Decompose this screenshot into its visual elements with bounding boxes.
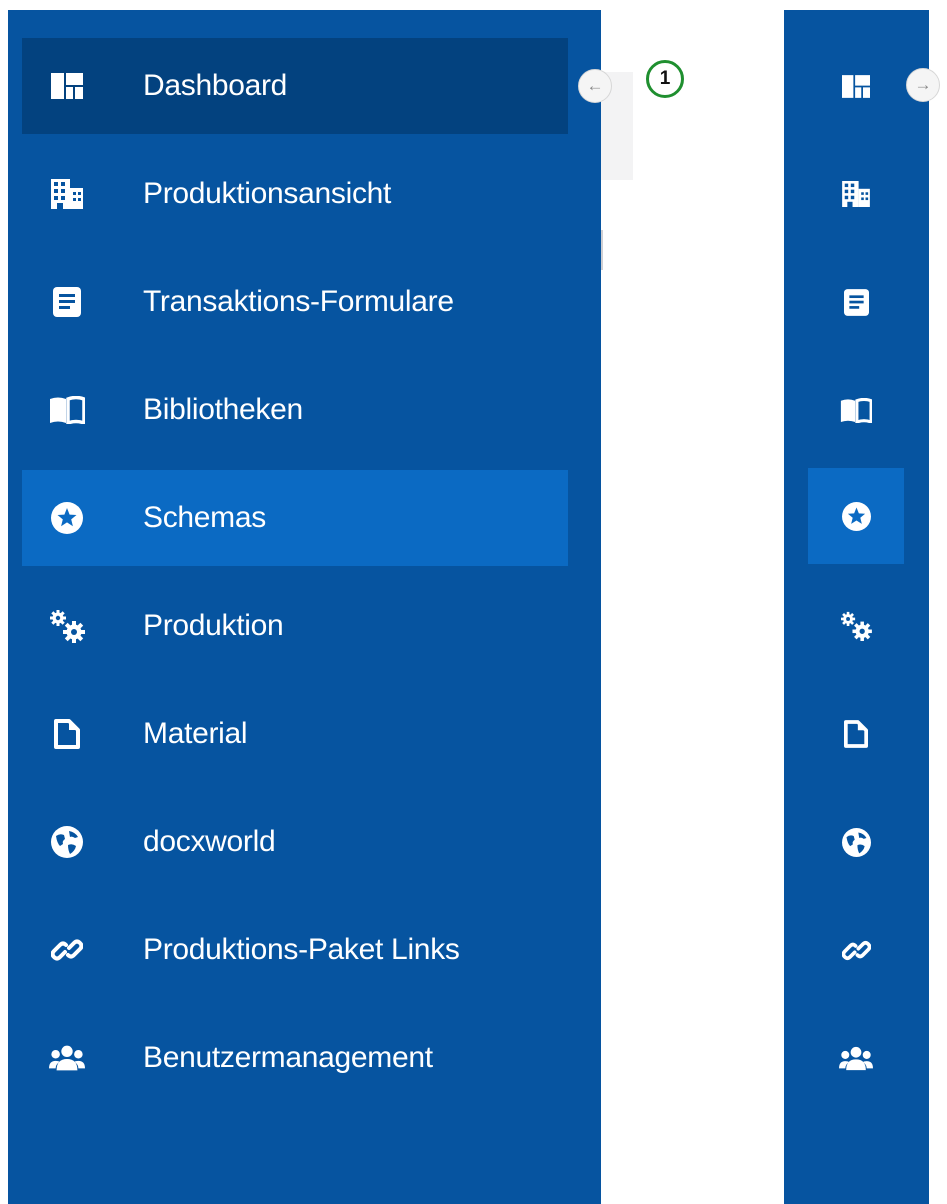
- sidebar-item-label: Schemas: [143, 501, 266, 534]
- gears-icon: [49, 608, 85, 644]
- callout-number: 1: [659, 68, 671, 89]
- globe-icon: [49, 824, 85, 860]
- star-circle-icon: [49, 500, 85, 536]
- collapse-sidebar-button[interactable]: ←: [578, 69, 612, 103]
- file-icon: [838, 716, 874, 752]
- content-edge-divider: [601, 230, 603, 270]
- sidebar-item-dashboard[interactable]: Dashboard: [22, 38, 568, 134]
- sidebar-item-produktionsansicht[interactable]: Produktionsansicht: [22, 146, 568, 242]
- sidebar-item-label: Produktion: [143, 609, 284, 642]
- sidebar-item-label: Benutzermanagement: [143, 1041, 433, 1074]
- form-document-icon: [49, 284, 85, 320]
- sidebar-item-label: Dashboard: [143, 69, 288, 102]
- sidebar-item-label: Transaktions-Formulare: [143, 285, 454, 318]
- collapsed-item-produktions-paket-links[interactable]: [808, 902, 904, 998]
- collapsed-item-docxworld[interactable]: [808, 794, 904, 890]
- collapsed-item-produktion[interactable]: [808, 578, 904, 674]
- collapsed-item-bibliotheken[interactable]: [808, 362, 904, 458]
- sidebar-item-produktions-paket-links[interactable]: Produktions-Paket Links: [22, 902, 568, 998]
- callout-badge: 1: [646, 60, 684, 98]
- sidebar-item-schemas[interactable]: Schemas: [22, 470, 568, 566]
- collapsed-item-schemas[interactable]: [808, 468, 904, 564]
- sidebar-item-label: Bibliotheken: [143, 393, 303, 426]
- arrow-right-icon: →: [914, 75, 932, 94]
- link-icon: [49, 932, 85, 968]
- sidebar-item-bibliotheken[interactable]: Bibliotheken: [22, 362, 568, 458]
- sidebar-item-label: Produktionsansicht: [143, 177, 392, 210]
- sidebar-item-label: Material: [143, 717, 248, 750]
- collapsed-item-benutzermanagement[interactable]: [808, 1010, 904, 1106]
- star-circle-icon: [838, 498, 874, 534]
- dashboard-icon: [838, 68, 874, 104]
- globe-icon: [838, 824, 874, 860]
- building-icon: [49, 176, 85, 212]
- link-icon: [838, 932, 874, 968]
- collapsed-item-material[interactable]: [808, 686, 904, 782]
- users-icon: [49, 1040, 85, 1076]
- sidebar-item-docxworld[interactable]: docxworld: [22, 794, 568, 890]
- collapsed-item-dashboard[interactable]: [808, 38, 904, 134]
- expand-sidebar-button[interactable]: →: [906, 68, 940, 102]
- sidebar-item-label: Produktions-Paket Links: [143, 933, 460, 966]
- dashboard-icon: [49, 68, 85, 104]
- sidebar-item-material[interactable]: Material: [22, 686, 568, 782]
- building-icon: [838, 176, 874, 212]
- open-book-icon: [838, 392, 874, 428]
- collapsed-item-produktionsansicht[interactable]: [808, 146, 904, 242]
- users-icon: [838, 1040, 874, 1076]
- gears-icon: [838, 608, 874, 644]
- sidebar-item-produktion[interactable]: Produktion: [22, 578, 568, 674]
- open-book-icon: [49, 392, 85, 428]
- sidebar-item-transaktions-formulare[interactable]: Transaktions-Formulare: [22, 254, 568, 350]
- form-document-icon: [838, 284, 874, 320]
- sidebar-item-benutzermanagement[interactable]: Benutzermanagement: [22, 1010, 568, 1106]
- file-icon: [49, 716, 85, 752]
- arrow-left-icon: ←: [586, 76, 604, 95]
- collapsed-item-transaktions-formulare[interactable]: [808, 254, 904, 350]
- sidebar-item-label: docxworld: [143, 825, 276, 858]
